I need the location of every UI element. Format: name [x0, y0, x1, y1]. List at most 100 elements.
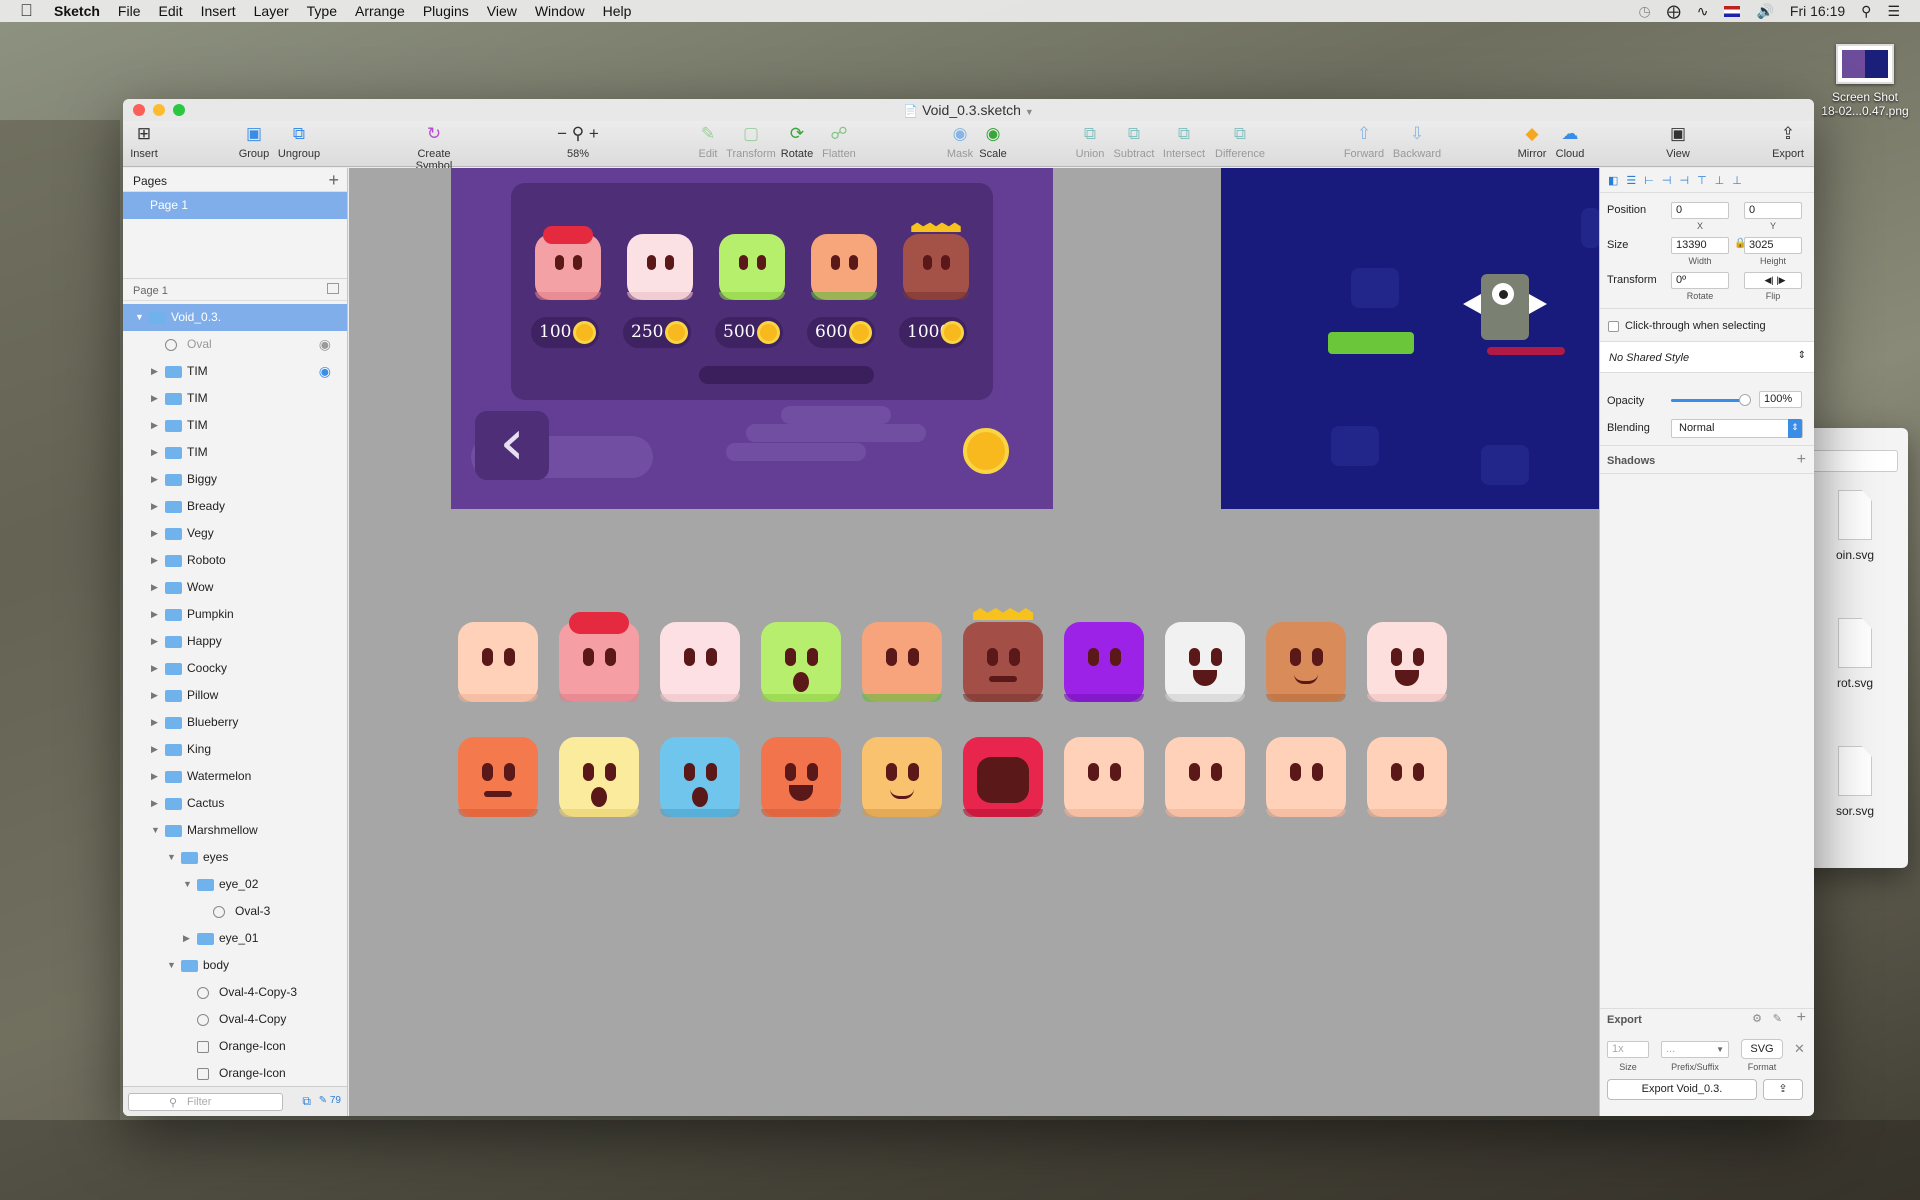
export-size-field[interactable]: 1x [1607, 1041, 1649, 1058]
layer-row[interactable]: ▶ Blueberry [123, 709, 347, 736]
layer-row[interactable]: Oval-3 [123, 898, 347, 925]
intersect-button[interactable]: ⧉ Intersect [1160, 123, 1208, 160]
scale-button[interactable]: ◉ Scale [978, 123, 1008, 160]
mask-button[interactable]: ◉ Mask [945, 123, 975, 160]
menu-type[interactable]: Type [307, 3, 337, 19]
slice-icon[interactable]: ✎ [1773, 1012, 1782, 1025]
zoom-button[interactable] [173, 104, 185, 116]
layer-row[interactable]: ▶ Pillow [123, 682, 347, 709]
blending-select[interactable]: Normal ⇕ [1671, 419, 1803, 438]
union-button[interactable]: ⧉ Union [1073, 123, 1107, 160]
export-artboard-button[interactable]: Export Void_0.3. [1607, 1079, 1757, 1100]
level-artboard[interactable] [1221, 168, 1601, 509]
layer-row[interactable]: Oval-4-Copy [123, 1006, 347, 1033]
disclosure-open-icon[interactable]: ▼ [135, 304, 144, 331]
backward-button[interactable]: ⇩ Backward [1390, 123, 1444, 160]
filter-input[interactable]: ⚲ Filter [128, 1093, 283, 1111]
export-format-select[interactable]: SVG [1741, 1039, 1783, 1059]
layer-row[interactable]: Oval-4-Copy-3 [123, 979, 347, 1006]
disclosure-open-icon[interactable]: ▼ [167, 844, 176, 871]
add-page-icon[interactable]: + [328, 170, 339, 191]
opacity-slider-knob[interactable] [1739, 394, 1751, 406]
disclosure-closed-icon[interactable]: ▶ [183, 925, 190, 952]
menu-app-name[interactable]: Sketch [54, 3, 100, 19]
align-bottom-icon[interactable]: ⊥ [1732, 174, 1742, 188]
symbols-filter-icon[interactable]: ⧉ [302, 1094, 311, 1109]
layer-row[interactable]: ▼ Marshmellow [123, 817, 347, 844]
transform-button[interactable]: ▢ Transform [726, 123, 776, 160]
disclosure-closed-icon[interactable]: ▶ [151, 358, 158, 385]
disclosure-closed-icon[interactable]: ▶ [151, 385, 158, 412]
menu-window[interactable]: Window [535, 3, 585, 19]
menu-plugins[interactable]: Plugins [423, 3, 469, 19]
add-shadow-icon[interactable]: + [1797, 451, 1806, 469]
menu-view[interactable]: View [487, 3, 517, 19]
menu-edit[interactable]: Edit [158, 3, 182, 19]
forward-button[interactable]: ⇧ Forward [1341, 123, 1387, 160]
disclosure-closed-icon[interactable]: ▶ [151, 736, 158, 763]
disclosure-closed-icon[interactable]: ▶ [151, 655, 158, 682]
share-export-button[interactable]: ⇪ [1763, 1079, 1803, 1100]
minimize-button[interactable] [153, 104, 165, 116]
layer-row[interactable]: ▶ TIM [123, 439, 347, 466]
shared-style-select[interactable]: No Shared Style ⇕ [1600, 342, 1814, 373]
disclosure-closed-icon[interactable]: ▶ [151, 628, 158, 655]
layer-row[interactable]: ▶ Pumpkin [123, 601, 347, 628]
disclosure-closed-icon[interactable]: ▶ [151, 466, 158, 493]
distribute-icon[interactable]: ☰ [1626, 174, 1636, 188]
view-button[interactable]: ▣ View [1661, 123, 1695, 160]
layer-row[interactable]: Oval ◉ [123, 331, 347, 358]
disclosure-open-icon[interactable]: ▼ [151, 817, 160, 844]
flip-vertical-icon[interactable]: |▶ [1776, 275, 1785, 285]
window-titlebar[interactable]: 📄 Void_0.3.sketch ▼ [123, 99, 1814, 121]
click-through-checkbox[interactable] [1608, 321, 1619, 332]
align-right-icon[interactable]: ⊣ [1679, 174, 1689, 188]
layer-row[interactable]: ▼ eyes [123, 844, 347, 871]
layer-row[interactable]: ▶ King [123, 736, 347, 763]
disclosure-closed-icon[interactable]: ▶ [151, 412, 158, 439]
disclosure-closed-icon[interactable]: ▶ [151, 601, 158, 628]
align-left-icon[interactable]: ◧ [1608, 174, 1618, 188]
visibility-eye-icon[interactable]: ◉ [319, 358, 331, 385]
zoom-control[interactable]: − ⚲ + 58% [548, 123, 608, 160]
finder-file[interactable]: oin.svg [1810, 490, 1900, 562]
cloud-button[interactable]: ☁ Cloud [1553, 123, 1587, 160]
layer-row[interactable]: ▶ Coocky [123, 655, 347, 682]
disclosure-open-icon[interactable]: ▼ [183, 871, 192, 898]
close-button[interactable] [133, 104, 145, 116]
edit-button[interactable]: ✎ Edit [693, 123, 723, 160]
layer-row[interactable]: ▶ eye_01 [123, 925, 347, 952]
finder-file[interactable]: rot.svg [1810, 618, 1900, 690]
chevron-down-icon[interactable]: ▼ [1025, 107, 1034, 117]
align-center-icon[interactable]: ⊣ [1662, 174, 1672, 188]
search-icon[interactable]: ⚲ [1861, 3, 1871, 20]
layer-row[interactable]: ▼ Void_0.3. [123, 304, 347, 331]
opacity-slider[interactable] [1671, 394, 1751, 406]
y-field[interactable]: 0 [1744, 202, 1802, 219]
disclosure-closed-icon[interactable]: ▶ [151, 547, 158, 574]
visibility-eye-icon[interactable]: ◉ [319, 331, 331, 358]
menu-layer[interactable]: Layer [254, 3, 289, 19]
disclosure-closed-icon[interactable]: ▶ [151, 574, 158, 601]
wifi-icon[interactable]: ∿ [1697, 3, 1709, 20]
export-button[interactable]: ⇪ Export [1770, 123, 1806, 160]
layer-row[interactable]: ▶ Cactus [123, 790, 347, 817]
crosshair-icon[interactable]: ⨁ [1667, 3, 1681, 20]
insert-button[interactable]: ⊞ Insert [129, 123, 159, 160]
layer-row[interactable]: ▼ body [123, 952, 347, 979]
menu-insert[interactable]: Insert [201, 3, 236, 19]
disclosure-closed-icon[interactable]: ▶ [151, 439, 158, 466]
finder-file[interactable]: sor.svg [1810, 746, 1900, 818]
disclosure-open-icon[interactable]: ▼ [167, 952, 176, 979]
time-machine-icon[interactable]: ◷ [1639, 3, 1651, 20]
add-export-icon[interactable]: + [1797, 1009, 1806, 1027]
layer-row[interactable]: ▶ Watermelon [123, 763, 347, 790]
disclosure-closed-icon[interactable]: ▶ [151, 763, 158, 790]
layer-row[interactable]: ▶ Roboto [123, 547, 347, 574]
group-button[interactable]: ▣ Group [236, 123, 272, 160]
menu-file[interactable]: File [118, 3, 141, 19]
disclosure-closed-icon[interactable]: ▶ [151, 790, 158, 817]
export-prefix-field[interactable]: ... ▼ [1661, 1041, 1729, 1058]
difference-button[interactable]: ⧉ Difference [1212, 123, 1268, 160]
disclosure-closed-icon[interactable]: ▶ [151, 520, 158, 547]
